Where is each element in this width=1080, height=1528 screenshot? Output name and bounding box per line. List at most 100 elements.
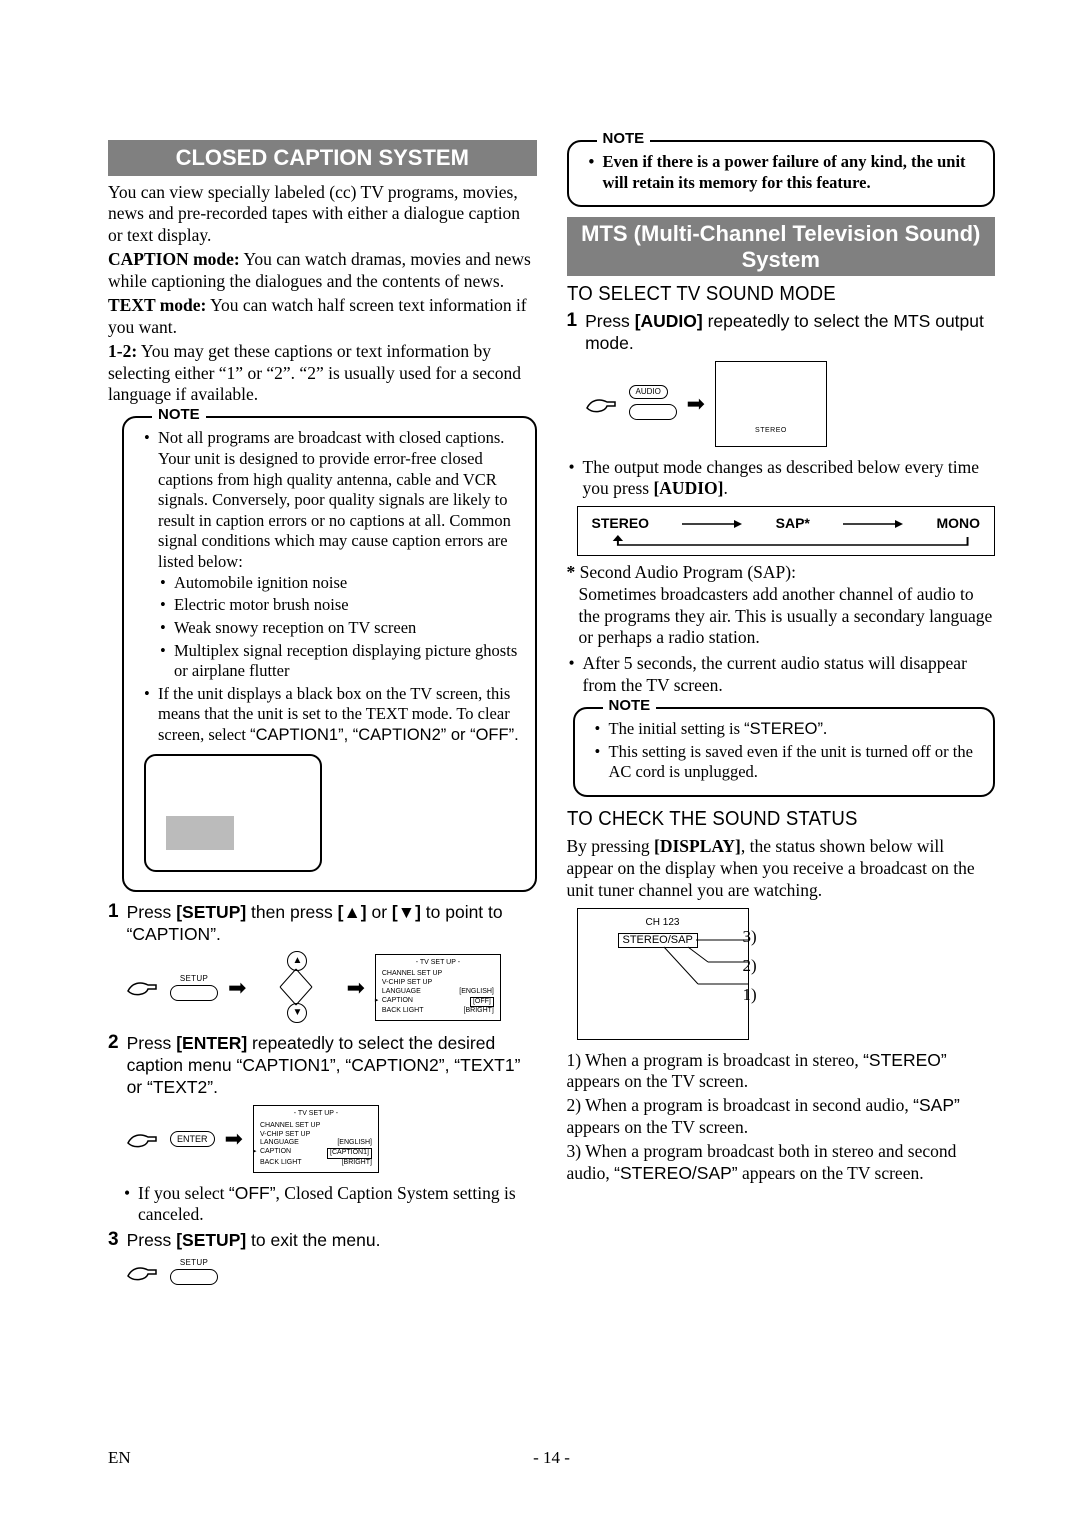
t: Press (127, 902, 177, 922)
grey-text-region (166, 816, 234, 850)
sap-text: Sometimes broadcasters add another chann… (567, 584, 996, 650)
v: [OFF] (470, 997, 494, 1008)
callout-2: 2) (743, 955, 757, 976)
hand-icon (126, 975, 160, 999)
step-1: 1 Press [SETUP] then press [▲] or [▼] to… (108, 902, 537, 946)
remote-audio-button: AUDIO (629, 382, 677, 426)
t: . (823, 719, 827, 738)
note-label: NOTE (152, 406, 206, 425)
tv-setup-menu: - TV SET UP - CHANNEL SET UP V-CHIP SET … (375, 954, 501, 1022)
l: BACK LIGHT (260, 1159, 302, 1168)
note-text: Even if there is a power failure of any … (603, 152, 980, 193)
v: [BRIGHT] (342, 1159, 372, 1168)
t: Press (127, 1033, 177, 1053)
step-text: Press [SETUP] then press [▲] or [▼] to p… (127, 902, 537, 946)
step-number: 1 (567, 311, 578, 355)
subheading-select-sound: TO SELECT TV SOUND MODE (567, 282, 966, 307)
menu-row: V-CHIP SET UP (260, 1131, 372, 1140)
footer-lang: EN (108, 1448, 131, 1468)
menu-title: - TV SET UP - (260, 1110, 372, 1119)
list-item-2: 2) When a program is broadcast in second… (567, 1095, 996, 1139)
caption-mode-label: CAPTION mode: (108, 249, 240, 269)
audio-key: [AUDIO] (635, 311, 703, 331)
list-item-1: 1) When a program is broadcast in stereo… (567, 1050, 996, 1094)
menu-row: LANGUAGE[ENGLISH] (260, 1139, 372, 1148)
t: appears on the TV screen. (567, 1071, 749, 1091)
t: to exit the menu. (246, 1230, 380, 1250)
caption-mode-line: CAPTION mode: You can watch dramas, movi… (108, 249, 537, 293)
remote-diagram-setup-nav: SETUP ➡ ▲ ▼ ➡ - TV SET UP - CHANNEL SET … (126, 951, 537, 1023)
menu-row: BACK LIGHT [BRIGHT] (260, 1159, 372, 1168)
page-number: - 14 - (131, 1448, 973, 1468)
step-number: 3 (108, 1230, 119, 1252)
note-item: If the unit displays a black box on the … (158, 684, 521, 746)
right-column: NOTE Even if there is a power failure of… (567, 140, 996, 1448)
tv-setup-menu: - TV SET UP - CHANNEL SET UP V-CHIP SET … (253, 1105, 379, 1173)
note-item: This setting is saved even if the unit i… (609, 742, 980, 783)
t: 2) When a program is broadcast in second… (567, 1095, 914, 1115)
audio-mode-cycle: STEREO SAP* MONO (577, 506, 996, 556)
step-text: Press [AUDIO] repeatedly to select the M… (585, 311, 995, 355)
cc-steps: 3 Press [SETUP] to exit the menu. (108, 1230, 537, 1252)
menu-row: CHANNEL SET UP (260, 1122, 372, 1131)
one-two-text: You may get these captions or text infor… (108, 341, 521, 405)
btn-label: SETUP (180, 974, 208, 984)
mts-steps: 1 Press [AUDIO] repeatedly to select the… (567, 311, 996, 355)
remote-nav-pad: ▲ ▼ (256, 951, 336, 1023)
callout-1: 1) (743, 984, 757, 1005)
section-heading-mts: MTS (Multi-Channel Television Sound) Sys… (567, 217, 996, 276)
half-screen-diagram (144, 754, 322, 872)
dash-item: Automobile ignition noise (174, 573, 521, 594)
cc-intro: You can view specially labeled (cc) TV p… (108, 182, 537, 248)
t: The initial setting is (609, 719, 745, 738)
l: CAPTION (260, 1148, 291, 1159)
step-number: 2 (108, 1033, 119, 1099)
menu-row: V-CHIP SET UP (382, 979, 494, 988)
tv-screen-stereo: STEREO (715, 361, 827, 447)
setup-key: [SETUP] (176, 1230, 246, 1250)
dash-item: Electric motor brush noise (174, 595, 521, 616)
t: By pressing (567, 836, 655, 856)
dash-item: Weak snowy reception on TV screen (174, 618, 521, 639)
subheading-check-sound: TO CHECK THE SOUND STATUS (567, 807, 966, 832)
note-text-values: “CAPTION1”, “CAPTION2” or “OFF”. (250, 726, 519, 744)
l: BACK LIGHT (382, 1007, 424, 1016)
dash-item: Multiplex signal reception displaying pi… (174, 641, 521, 682)
t: . (723, 478, 727, 498)
bullet: After 5 seconds, the current audio statu… (583, 653, 996, 697)
section-heading-closed-caption: CLOSED CAPTION SYSTEM (108, 140, 537, 176)
btn-label: SETUP (180, 1258, 208, 1268)
t: appears on the TV screen. (567, 1117, 749, 1137)
hand-icon (126, 1127, 160, 1151)
l: LANGUAGE (382, 988, 421, 997)
arrow-right-icon (843, 519, 903, 529)
note-box-cc: NOTE Not all programs are broadcast with… (122, 416, 537, 891)
cc-steps: 1 Press [SETUP] then press [▲] or [▼] to… (108, 902, 537, 946)
v: [CAPTION1] (327, 1148, 372, 1159)
remote-diagram-audio: AUDIO ➡ STEREO (585, 361, 996, 447)
note-box-power: NOTE Even if there is a power failure of… (567, 140, 996, 207)
t: 1) When a program is broadcast in stereo… (567, 1050, 864, 1070)
stereo-label: STEREO (716, 427, 826, 436)
sound-status-diagram: CH 123 STEREO/SAP 3) 2) 1) (567, 908, 996, 1040)
v: “SAP” (913, 1095, 960, 1115)
t: If you select (138, 1183, 229, 1203)
step-number: 1 (108, 902, 119, 946)
one-two-label: 1-2: (108, 341, 137, 361)
setup-key: [SETUP] (176, 902, 246, 922)
arrow-return-icon (592, 535, 981, 549)
remote-enter-button: ENTER (170, 1131, 215, 1147)
up-key: [▲] (338, 902, 367, 922)
remote-diagram-setup: SETUP (126, 1258, 537, 1285)
sap-title: Second Audio Program (SAP): (580, 562, 796, 582)
l: LANGUAGE (260, 1139, 299, 1148)
step2-subnote: If you select “OFF”, Closed Caption Syst… (122, 1183, 537, 1227)
callout-numbers: 3) 2) 1) (743, 926, 757, 1014)
down-key: [▼] (392, 902, 421, 922)
step-text: Press [ENTER] repeatedly to select the d… (127, 1033, 537, 1099)
bullet: The output mode changes as described bel… (583, 457, 996, 501)
step-1: 1 Press [AUDIO] repeatedly to select the… (567, 311, 996, 355)
note-label: NOTE (603, 697, 657, 716)
step-text: Press [SETUP] to exit the menu. (127, 1230, 381, 1252)
manual-page: CLOSED CAPTION SYSTEM You can view speci… (0, 0, 1080, 1528)
